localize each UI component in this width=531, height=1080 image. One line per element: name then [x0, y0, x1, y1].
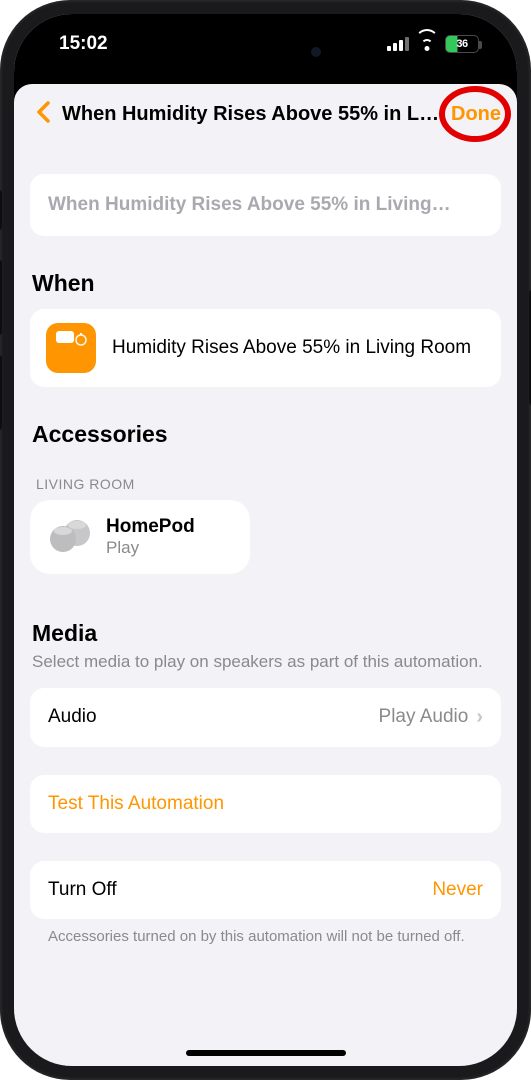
- accessory-group-label: LIVING ROOM: [30, 476, 501, 492]
- nav-bar: When Humidity Rises Above 55% in L… Done: [30, 84, 501, 144]
- volume-up-button: [0, 260, 2, 335]
- section-title-accessories: Accessories: [30, 421, 501, 448]
- status-time: 15:02: [59, 33, 108, 55]
- chevron-right-icon: ›: [476, 706, 483, 729]
- chevron-left-icon: [36, 101, 50, 123]
- accessory-tile[interactable]: HomePod Play: [30, 500, 250, 574]
- media-description: Select media to play on speakers as part…: [30, 651, 501, 674]
- done-button[interactable]: Done: [443, 103, 501, 126]
- section-title-when: When: [30, 270, 501, 297]
- cellular-icon: [387, 37, 409, 51]
- page-title: When Humidity Rises Above 55% in L…: [56, 103, 443, 126]
- battery-icon: 36: [445, 35, 479, 53]
- turn-off-footnote: Accessories turned on by this automation…: [30, 919, 501, 947]
- wifi-icon: [417, 37, 437, 51]
- status-right: 36: [387, 35, 479, 53]
- audio-label: Audio: [48, 706, 97, 728]
- side-button: [0, 190, 2, 230]
- home-indicator: [186, 1050, 346, 1056]
- back-button[interactable]: [30, 100, 56, 128]
- turn-off-label: Turn Off: [48, 879, 117, 901]
- automation-name-field[interactable]: When Humidity Rises Above 55% in Living…: [30, 174, 501, 236]
- phone-frame: 15:02 36 When Humidity Rises Above 55% i…: [0, 0, 531, 1080]
- accessory-state: Play: [106, 538, 195, 558]
- trigger-row[interactable]: Humidity Rises Above 55% in Living Room: [30, 309, 501, 387]
- volume-down-button: [0, 355, 2, 430]
- screen: 15:02 36 When Humidity Rises Above 55% i…: [14, 14, 517, 1066]
- accessory-name: HomePod: [106, 516, 195, 538]
- turn-off-row[interactable]: Turn Off Never: [30, 861, 501, 919]
- audio-value: Play Audio: [379, 706, 469, 728]
- audio-row[interactable]: Audio Play Audio ›: [30, 688, 501, 747]
- sensor-icon: [46, 323, 96, 373]
- test-automation-button[interactable]: Test This Automation: [30, 775, 501, 833]
- test-automation-label: Test This Automation: [48, 793, 224, 815]
- section-title-media: Media: [30, 620, 501, 647]
- sheet: When Humidity Rises Above 55% in L… Done…: [14, 84, 517, 1066]
- trigger-text: Humidity Rises Above 55% in Living Room: [112, 336, 471, 361]
- dynamic-island: [191, 32, 341, 72]
- homepod-icon: [50, 520, 92, 554]
- turn-off-value: Never: [432, 879, 483, 901]
